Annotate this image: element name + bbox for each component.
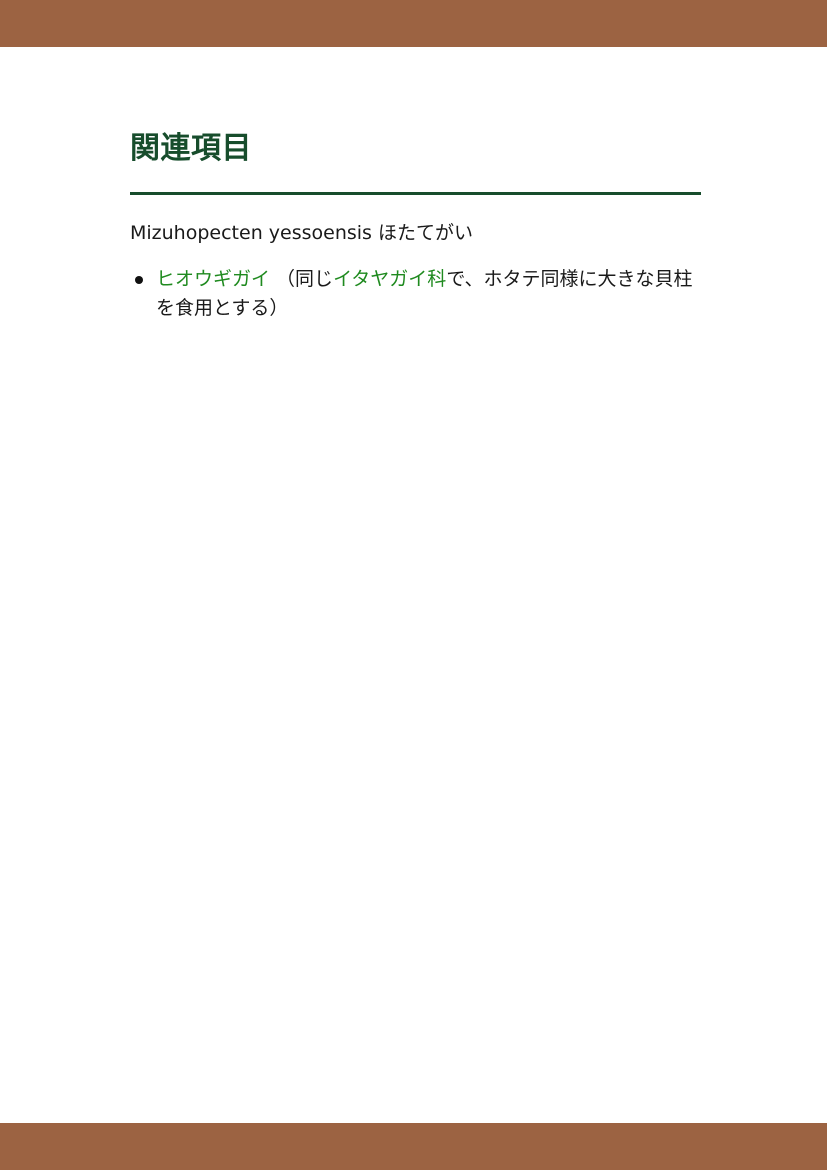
list-item: ヒオウギガイ （同じイタヤガイ科で、ホタテ同様に大きな貝柱を食用とする） bbox=[130, 265, 701, 323]
see-also-section: 関連項目 Mizuhopecten yessoensis ほたてがい ヒオウギガ… bbox=[130, 128, 701, 323]
section-heading: 関連項目 bbox=[130, 131, 252, 166]
item-text: （同じ bbox=[270, 268, 334, 290]
link-hiougigai[interactable]: ヒオウギガイ bbox=[156, 268, 270, 290]
bottom-band bbox=[0, 1123, 827, 1170]
intro-text: Mizuhopecten yessoensis ほたてがい bbox=[130, 222, 473, 244]
related-list: ヒオウギガイ （同じイタヤガイ科で、ホタテ同様に大きな貝柱を食用とする） bbox=[130, 265, 701, 323]
link-itayagai-family[interactable]: イタヤガイ科 bbox=[333, 268, 446, 290]
top-band bbox=[0, 0, 827, 47]
heading-rule bbox=[130, 192, 701, 195]
bullet-icon bbox=[135, 276, 143, 284]
